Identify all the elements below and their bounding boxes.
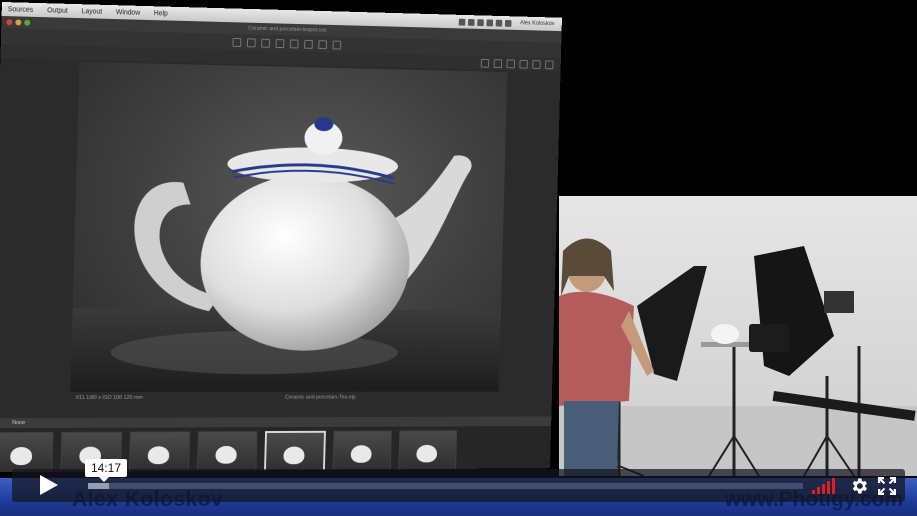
menu-item-window[interactable]: Window: [116, 9, 140, 17]
focus-mask-icon[interactable]: [519, 59, 528, 69]
keystone-tool-icon[interactable]: [275, 38, 285, 48]
minimize-window-icon[interactable]: [15, 19, 22, 26]
thumbnail-teapot: [10, 447, 33, 466]
rotate-tool-icon[interactable]: [261, 38, 271, 48]
volume-icon[interactable]: [812, 478, 838, 494]
small-teapot: [711, 324, 739, 344]
menu-bar-user-name[interactable]: Alex Koloskov: [520, 20, 555, 28]
thumbnail-teapot: [147, 446, 170, 465]
zoom-window-icon[interactable]: [24, 19, 31, 26]
filmstrip-thumbnail[interactable]: [332, 430, 392, 472]
volume-level-bar: [827, 481, 830, 494]
tray-icon[interactable]: [477, 18, 485, 26]
play-button[interactable]: [24, 470, 72, 500]
brush-tool-icon[interactable]: [318, 39, 328, 49]
volume-level-bar: [817, 487, 820, 494]
grid-icon[interactable]: [480, 58, 490, 68]
crop-tool-icon[interactable]: [246, 37, 256, 47]
tray-icon[interactable]: [468, 18, 475, 26]
viewer-caption-bar: f/11 1/80 s ISO 100 120 mm Ceramic and p…: [70, 393, 499, 404]
time-tooltip: 14:17: [85, 459, 127, 482]
fullscreen-button[interactable]: [877, 476, 897, 496]
picker-tool-icon[interactable]: [304, 39, 313, 49]
spot-tool-icon[interactable]: [289, 38, 299, 48]
fullscreen-icon: [877, 476, 897, 496]
tray-icon[interactable]: [505, 19, 512, 27]
window-title: Ceramic and porcelain-teapot.cos: [248, 25, 327, 34]
volume-level-bar: [822, 484, 825, 494]
window-controls: [6, 19, 31, 26]
studio-scene: [559, 238, 917, 476]
tray-icon[interactable]: [495, 19, 503, 27]
settings-button[interactable]: [849, 476, 869, 496]
image-exposure-info: f/11 1/80 s ISO 100 120 mm: [76, 394, 144, 402]
filmstrip-thumbnail[interactable]: [128, 431, 191, 473]
camera: [749, 324, 789, 352]
webcam-inset: [559, 196, 917, 476]
settings-gear-icon: [852, 478, 867, 494]
menu-item-help[interactable]: Help: [154, 10, 168, 17]
proof-icon[interactable]: [493, 58, 503, 68]
system-tray: Alex Koloskov: [458, 18, 562, 28]
presenter-shirt: [559, 291, 634, 406]
thumbnail-teapot: [416, 444, 438, 463]
thumbnail-teapot: [283, 446, 305, 465]
progress-bar[interactable]: [88, 483, 803, 489]
image-viewer[interactable]: [70, 61, 508, 393]
progress-bar-fill: [88, 483, 110, 489]
volume-level-bar: [832, 478, 835, 494]
capture-one-window: Sources Output Layout Window Help Alex K…: [0, 2, 562, 473]
eraser-tool-icon[interactable]: [332, 40, 342, 50]
right-softbox: [754, 246, 834, 376]
thumbnail-teapot: [215, 445, 237, 464]
compare-icon[interactable]: [532, 59, 541, 69]
teapot-photo: [70, 117, 501, 393]
tray-icon[interactable]: [458, 18, 466, 26]
close-window-icon[interactable]: [6, 19, 13, 26]
menu-item-layout[interactable]: Layout: [81, 8, 102, 16]
exposure-warning-icon[interactable]: [506, 59, 516, 68]
tray-icon[interactable]: [486, 18, 494, 26]
filmstrip: [0, 426, 552, 473]
image-file-name: Ceramic and porcelain-Tea.eip: [284, 394, 356, 401]
pan-tool-icon[interactable]: [232, 37, 242, 47]
volume-level-bar: [812, 490, 815, 494]
filmstrip-thumbnail[interactable]: [196, 431, 258, 473]
filmstrip-sort-label[interactable]: None: [12, 420, 25, 426]
menu-item-sources[interactable]: Sources: [8, 6, 34, 14]
menu-item-output[interactable]: Output: [47, 7, 68, 15]
filmstrip-thumbnail[interactable]: [0, 431, 54, 473]
filmstrip-thumbnail[interactable]: [398, 430, 458, 472]
filmstrip-thumbnail[interactable]: [263, 430, 326, 473]
thumbnail-teapot: [350, 445, 372, 463]
zoom-icon[interactable]: [545, 59, 554, 69]
play-icon: [40, 475, 58, 495]
